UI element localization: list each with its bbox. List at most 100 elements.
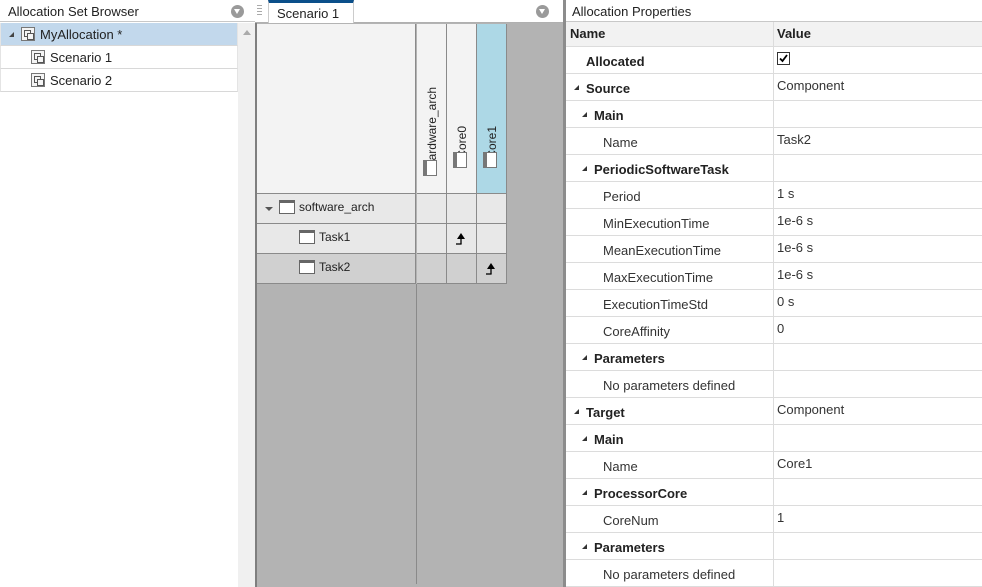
property-value[interactable]: Core1: [777, 456, 812, 471]
property-row[interactable]: CoreAffinity 0: [566, 317, 982, 344]
row-label: Task1: [319, 230, 351, 244]
property-name: No parameters defined: [603, 567, 736, 582]
column-divider: [773, 398, 774, 425]
property-row[interactable]: MeanExecutionTime 1e-6 s: [566, 236, 982, 263]
property-row[interactable]: Name Core1: [566, 452, 982, 479]
tree-item[interactable]: Scenario 2: [0, 69, 238, 92]
column-header-value[interactable]: Value: [777, 26, 811, 41]
property-value[interactable]: 1 s: [777, 186, 794, 201]
allocation-cell[interactable]: [477, 224, 507, 254]
property-name: Parameters: [594, 540, 665, 555]
column-header[interactable]: hardware_arch: [417, 24, 447, 194]
scenario-tab-bar: Scenario 1: [255, 0, 563, 23]
column-divider[interactable]: [773, 22, 774, 47]
column-divider: [773, 101, 774, 128]
expand-triangle-icon[interactable]: [582, 544, 587, 549]
expand-triangle-icon[interactable]: [9, 32, 14, 37]
column-divider: [773, 128, 774, 155]
column-divider: [773, 533, 774, 560]
property-row[interactable]: No parameters defined: [566, 560, 982, 587]
property-value[interactable]: 0: [777, 321, 784, 336]
property-value[interactable]: Task2: [777, 132, 811, 147]
property-row[interactable]: CoreNum 1: [566, 506, 982, 533]
component-icon: [299, 260, 315, 274]
allocation-cell[interactable]: [447, 224, 477, 254]
column-divider: [773, 263, 774, 290]
allocation-cell[interactable]: [447, 254, 477, 284]
allocation-cell[interactable]: [417, 254, 447, 284]
tree-item[interactable]: Scenario 1: [0, 46, 238, 69]
allocation-cell[interactable]: [417, 194, 447, 224]
property-row[interactable]: Period 1 s: [566, 182, 982, 209]
allocation-cell[interactable]: [477, 254, 507, 284]
row-header[interactable]: software_arch: [257, 194, 416, 224]
property-row[interactable]: No parameters defined: [566, 371, 982, 398]
expand-triangle-icon[interactable]: [582, 436, 587, 441]
property-table-header: Name Value: [566, 22, 982, 47]
property-value[interactable]: 1e-6 s: [777, 240, 813, 255]
column-divider: [773, 425, 774, 452]
expand-triangle-icon[interactable]: [574, 85, 579, 90]
panel-title: Allocation Properties: [572, 4, 692, 19]
property-value[interactable]: 1e-6 s: [777, 267, 813, 282]
property-value[interactable]: 0 s: [777, 294, 794, 309]
allocation-arrow-icon: [485, 262, 499, 276]
scroll-up-icon[interactable]: [243, 30, 251, 35]
column-divider: [773, 452, 774, 479]
column-header[interactable]: Core1: [477, 24, 507, 194]
property-value[interactable]: 1: [777, 510, 784, 525]
expand-triangle-icon[interactable]: [265, 207, 273, 211]
property-row[interactable]: MinExecutionTime 1e-6 s: [566, 209, 982, 236]
property-name: Main: [594, 432, 624, 447]
property-row[interactable]: Main: [566, 101, 982, 128]
panel-menu-icon[interactable]: [536, 5, 549, 18]
column-divider: [773, 74, 774, 101]
column-divider: [773, 344, 774, 371]
property-row[interactable]: Main: [566, 425, 982, 452]
property-row[interactable]: Parameters: [566, 344, 982, 371]
property-row[interactable]: Source Component: [566, 74, 982, 101]
allocation-cell[interactable]: [447, 194, 477, 224]
property-row[interactable]: MaxExecutionTime 1e-6 s: [566, 263, 982, 290]
expand-triangle-icon[interactable]: [582, 490, 587, 495]
scenario-icon: [31, 50, 45, 64]
property-name: Main: [594, 108, 624, 123]
property-row[interactable]: Allocated: [566, 47, 982, 74]
vertical-scrollbar[interactable]: [238, 23, 255, 587]
property-value[interactable]: Component: [777, 78, 844, 93]
property-name: MinExecutionTime: [603, 216, 710, 231]
panel-menu-icon[interactable]: [231, 5, 244, 18]
expand-triangle-icon[interactable]: [582, 112, 587, 117]
expand-triangle-icon[interactable]: [582, 355, 587, 360]
allocation-cell[interactable]: [417, 224, 447, 254]
property-row[interactable]: ProcessorCore: [566, 479, 982, 506]
matrix-empty-area: [257, 284, 417, 584]
allocation-cell[interactable]: [477, 194, 507, 224]
property-row[interactable]: ExecutionTimeStd 0 s: [566, 290, 982, 317]
row-header[interactable]: Task2: [257, 254, 416, 284]
allocation-arrow-icon: [455, 232, 469, 246]
property-row[interactable]: Parameters: [566, 533, 982, 560]
column-divider: [773, 155, 774, 182]
allocated-checkbox[interactable]: [777, 52, 790, 65]
column-header[interactable]: Core0: [447, 24, 477, 194]
row-header[interactable]: Task1: [257, 224, 416, 254]
component-icon: [279, 200, 295, 214]
component-icon: [423, 160, 437, 176]
expand-triangle-icon[interactable]: [574, 409, 579, 414]
property-name: Source: [586, 81, 631, 96]
property-value[interactable]: Component: [777, 402, 844, 417]
property-value[interactable]: 1e-6 s: [777, 213, 813, 228]
row-label: Task2: [319, 260, 351, 274]
tab-scenario-1[interactable]: Scenario 1: [268, 0, 354, 23]
column-divider: [773, 560, 774, 587]
tree-item[interactable]: MyAllocation *: [0, 23, 238, 46]
drag-grip-icon[interactable]: [257, 5, 262, 17]
property-row[interactable]: PeriodicSoftwareTask: [566, 155, 982, 182]
component-icon: [299, 230, 315, 244]
property-row[interactable]: Target Component: [566, 398, 982, 425]
expand-triangle-icon[interactable]: [582, 166, 587, 171]
property-row[interactable]: Name Task2: [566, 128, 982, 155]
column-header-name[interactable]: Name: [570, 26, 605, 41]
property-name: Target: [586, 405, 625, 420]
